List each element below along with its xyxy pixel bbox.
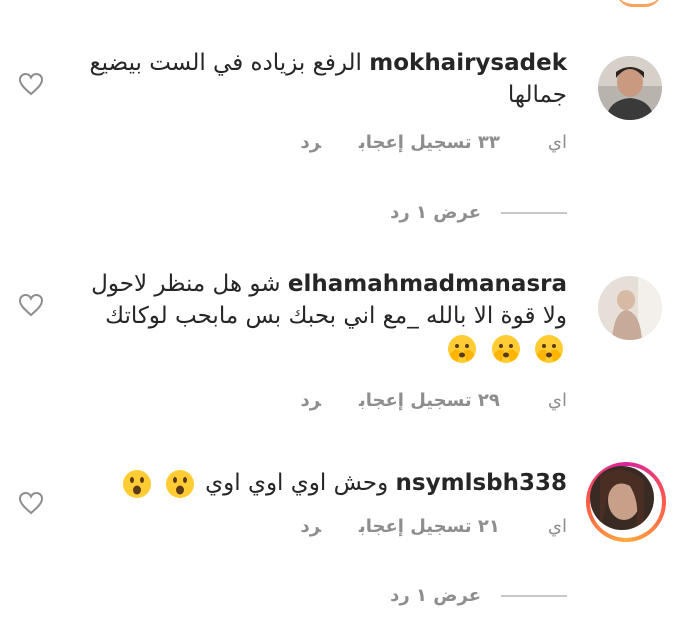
face-open-mouth-emoji — [164, 468, 196, 500]
comment-username[interactable]: elhamahmadmanasra — [288, 268, 567, 300]
face-open-mouth-emoji — [121, 468, 153, 500]
story-ring[interactable] — [586, 462, 666, 542]
likes-count[interactable]: ٢١ تسجيل إعجاب — [359, 516, 500, 537]
likes-count[interactable]: ٢٩ تسجيل إعجاب — [359, 390, 500, 411]
comment-meta: اي ٢٩ تسجيل إعجاب رد — [263, 390, 567, 411]
emoji-row — [444, 332, 567, 365]
comment-meta: اي ٣٣ تسجيل إعجاب رد — [263, 132, 567, 153]
comment-body: وحش اوي اوي اوي — [205, 470, 389, 496]
emoji-row — [119, 467, 198, 500]
view-replies-label: عرض ١ رد — [390, 202, 481, 223]
reply-button[interactable]: رد — [301, 390, 321, 411]
comment-text: nsymlsbh338 وحش اوي اوي اوي — [67, 467, 567, 500]
comment-time: اي — [547, 390, 567, 411]
replies-divider — [501, 594, 567, 597]
comment-meta: اي ٢١ تسجيل إعجاب رد — [263, 516, 567, 537]
face-peeking-emoji — [533, 333, 565, 365]
avatar[interactable] — [590, 466, 654, 530]
comment-time: اي — [547, 132, 567, 153]
face-peeking-emoji — [446, 333, 478, 365]
comment-time: اي — [547, 516, 567, 537]
avatar[interactable] — [598, 56, 662, 120]
avatar[interactable] — [598, 276, 662, 340]
likes-count[interactable]: ٣٣ تسجيل إعجاب — [359, 132, 500, 153]
replies-divider — [501, 211, 567, 214]
view-replies-button[interactable]: عرض ١ رد — [390, 202, 567, 223]
heart-outline-icon[interactable] — [18, 72, 44, 96]
heart-outline-icon[interactable] — [18, 491, 44, 515]
view-replies-label: عرض ١ رد — [390, 585, 481, 606]
heart-outline-icon[interactable] — [18, 293, 44, 317]
reply-button[interactable]: رد — [301, 516, 321, 537]
comment-username[interactable]: mokhairysadek — [369, 47, 567, 79]
reply-button[interactable]: رد — [301, 132, 321, 153]
comment-username[interactable]: nsymlsbh338 — [396, 467, 567, 499]
view-replies-button[interactable]: عرض ١ رد — [390, 585, 567, 606]
comment-text: elhamahmadmanasra شو هل منظر لاحول ولا ق… — [67, 268, 567, 365]
face-peeking-emoji — [490, 333, 522, 365]
previous-avatar-ring-edge — [616, 0, 662, 7]
comment-text: mokhairysadek الرفع بزياده في الست بيضيع… — [67, 47, 567, 111]
